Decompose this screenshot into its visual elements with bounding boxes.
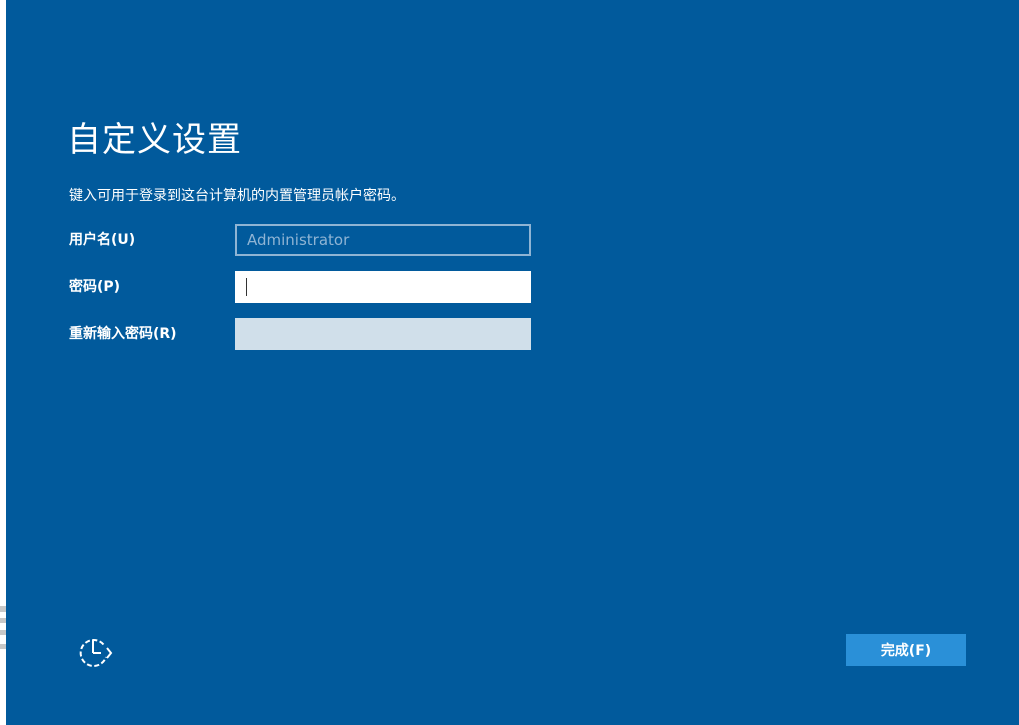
finish-button[interactable]: 完成(F): [846, 634, 966, 666]
text-caret: [246, 278, 247, 296]
password-label: 密码(P): [69, 279, 121, 295]
password-input[interactable]: [235, 271, 531, 303]
username-input[interactable]: [235, 224, 531, 256]
username-label: 用户名(U): [69, 232, 136, 248]
reenter-password-input[interactable]: [235, 318, 531, 350]
ease-of-access-icon: [79, 638, 113, 667]
page-title: 自定义设置: [67, 120, 242, 160]
instructions-text: 键入可用于登录到这台计算机的内置管理员帐户密码。: [69, 188, 405, 204]
ease-of-access-button[interactable]: [76, 632, 116, 672]
oobe-setup-panel: 自定义设置 键入可用于登录到这台计算机的内置管理员帐户密码。 用户名(U) 密码…: [6, 0, 1019, 725]
reenter-password-label: 重新输入密码(R): [69, 326, 177, 342]
